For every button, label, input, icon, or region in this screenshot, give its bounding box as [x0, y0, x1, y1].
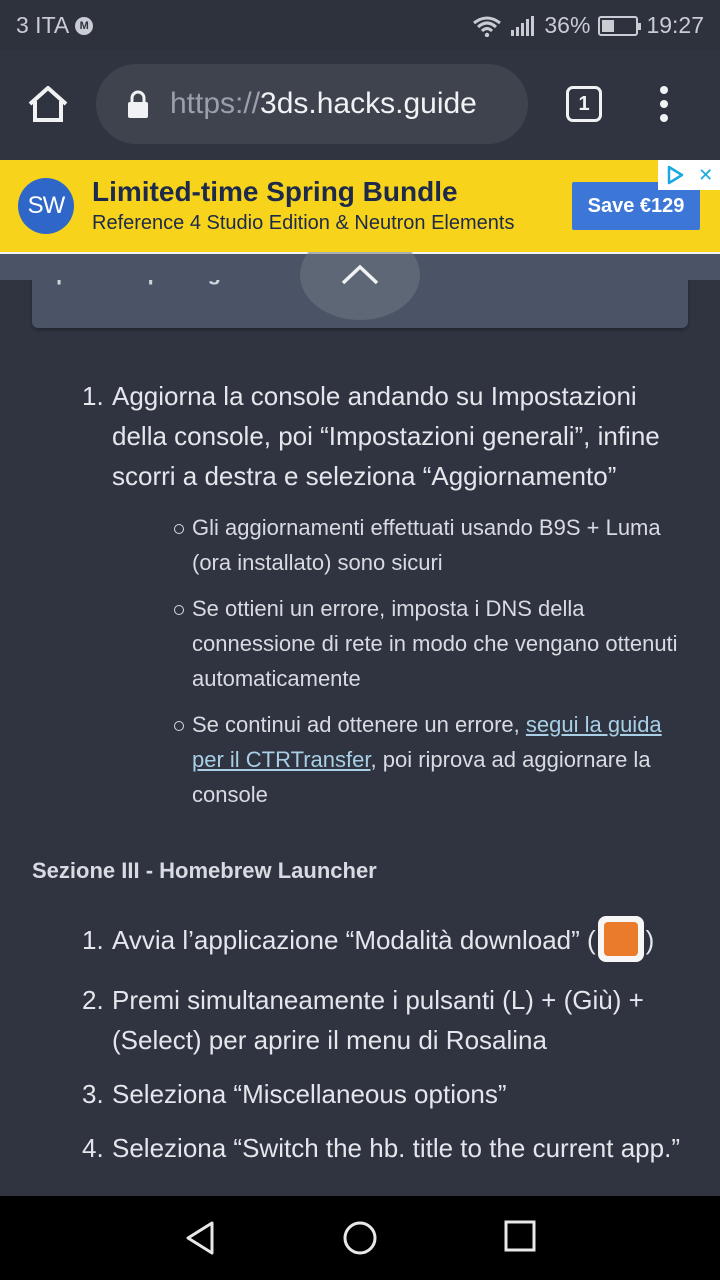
url-host: 3ds.hacks.guide [260, 87, 477, 120]
chevron-up-icon [341, 264, 379, 285]
list-item: 1. Avvia l’applicazione “Modalità downlo… [0, 916, 720, 963]
status-bar: 3 ITA M 36% 19:27 [0, 0, 720, 50]
overflow-menu-button[interactable] [652, 84, 676, 124]
home-circle-icon[interactable] [342, 1220, 378, 1256]
list-item: 4. Seleziona “Switch the hb. title to th… [0, 1128, 720, 1168]
bullet-text: Se continui ad ottenere un errore, [192, 712, 526, 737]
status-left: 3 ITA M [16, 12, 94, 39]
download-mode-app-icon [597, 916, 644, 963]
list-item: 3. Seleziona “Miscellaneous options” [0, 1074, 720, 1114]
section-heading: Sezione III - Homebrew Launcher [32, 858, 377, 883]
step-text: Seleziona “Miscellaneous options” [112, 1079, 507, 1110]
url-bar[interactable]: https://3ds.hacks.guide [96, 64, 528, 144]
step-text: Premi simultaneamente i pulsanti (L) + (… [112, 985, 644, 1056]
menu-dot [660, 114, 668, 122]
bullet-list: Gli aggiornamenti effettuati usando B9S … [112, 510, 690, 812]
system-nav-bar [0, 1196, 720, 1280]
signal-icon [511, 15, 535, 36]
step-text: Seleziona “Switch the hb. title to the c… [112, 1133, 680, 1164]
list-item: 2. Premi simultaneamente i pulsanti (L) … [0, 980, 720, 1060]
ad-choices[interactable]: ✕ [658, 160, 720, 190]
ad-logo: SW [18, 178, 74, 234]
app-icon-inner [603, 922, 638, 957]
step-number: 2. [82, 985, 104, 1016]
page-content: prima di proseguire coezione. 1. Aggiorn… [0, 252, 720, 1196]
menu-dot [660, 86, 668, 94]
step-number: 1. [82, 381, 104, 411]
wifi-icon [473, 16, 502, 37]
step-text-end: ) [645, 925, 655, 955]
clock: 19:27 [646, 12, 704, 38]
adchoices-icon[interactable] [665, 165, 685, 185]
list-item: 1. Aggiorna la console andando su Impost… [0, 376, 720, 812]
back-icon[interactable] [184, 1220, 216, 1256]
bullet-item: Se ottieni un errore, imposta i DNS dell… [112, 591, 690, 696]
step-text: Avvia l’applicazione “Modalità download”… [112, 925, 596, 955]
bullet-item: Gli aggiornamenti effettuati usando B9S … [112, 510, 690, 580]
home-icon [28, 86, 68, 122]
carrier-badge-icon: M [75, 16, 94, 35]
carrier-label: 3 ITA [16, 12, 70, 38]
step-number: 4. [82, 1133, 104, 1164]
battery-percent: 36% [544, 12, 591, 38]
ad-close-icon[interactable]: ✕ [698, 165, 713, 186]
status-right: 36% 19:27 [472, 12, 704, 39]
step-number: 1. [82, 925, 104, 955]
ad-subtitle: Reference 4 Studio Edition & Neutron Ele… [92, 212, 515, 234]
recents-icon[interactable] [504, 1220, 536, 1252]
home-button[interactable] [26, 84, 70, 124]
battery-icon [598, 15, 642, 36]
ad-title: Limited-time Spring Bundle [92, 176, 458, 207]
bullet-item: Se continui ad ottenere un errore, segui… [112, 707, 690, 812]
lock-icon [128, 90, 148, 118]
tab-switcher-button[interactable]: 1 [566, 86, 602, 122]
url-text: https://3ds.hacks.guide [170, 87, 477, 121]
browser-toolbar: https://3ds.hacks.guide 1 [0, 50, 720, 160]
steps-list-section2: 1. Aggiorna la console andando su Impost… [0, 376, 720, 823]
url-scheme: https:// [170, 87, 261, 120]
step-number: 3. [82, 1079, 104, 1110]
battery-fill [602, 19, 614, 32]
menu-dot [660, 100, 668, 108]
step-text: Aggiorna la console andando su Impostazi… [112, 381, 660, 491]
steps-list-section3: 1. Avvia l’applicazione “Modalità downlo… [0, 916, 720, 1168]
ad-banner[interactable]: SW Limited-time Spring Bundle Reference … [0, 160, 720, 252]
